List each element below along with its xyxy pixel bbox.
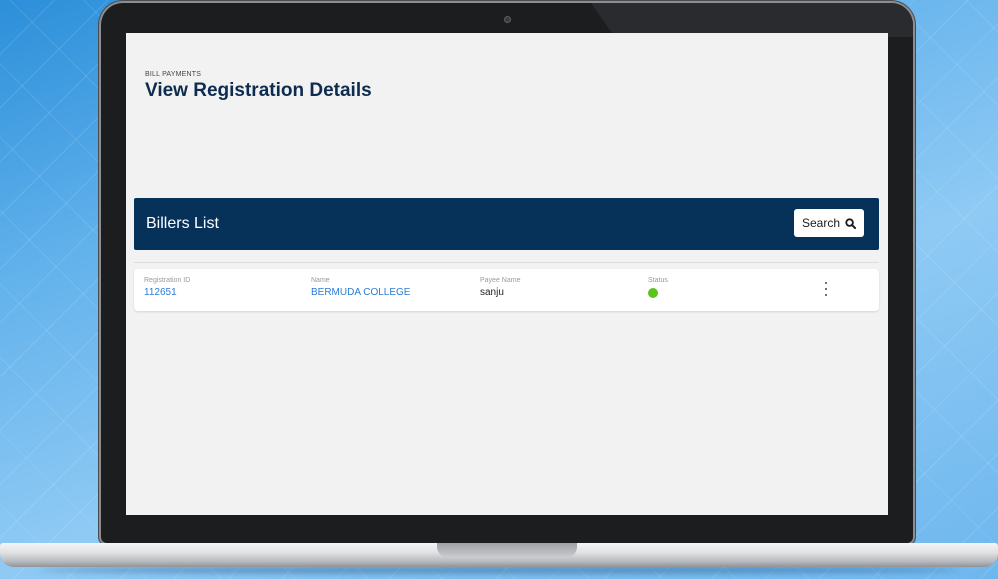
laptop-base: [0, 543, 998, 567]
name-label: Name: [311, 277, 330, 284]
registration-id-cell: Registration ID 112651: [144, 277, 190, 298]
breadcrumb: BILL PAYMENTS: [145, 71, 202, 78]
more-vertical-icon[interactable]: [822, 282, 830, 296]
billers-list-header: Billers List Search: [134, 198, 879, 250]
app-screen: BILL PAYMENTS View Registration Details …: [126, 33, 888, 515]
laptop-shadow: [40, 566, 958, 574]
camera-icon: [504, 16, 511, 23]
registration-id-value[interactable]: 112651: [144, 287, 190, 298]
billers-list-title: Billers List: [146, 215, 219, 232]
lid-glare: [591, 3, 913, 37]
payee-name-label: Payee Name: [480, 277, 521, 284]
name-cell: Name BERMUDA COLLEGE: [311, 277, 410, 298]
status-label: Status: [648, 277, 668, 284]
list-divider: [134, 262, 879, 263]
name-value[interactable]: BERMUDA COLLEGE: [311, 287, 410, 298]
table-row: Registration ID 112651 Name BERMUDA COLL…: [134, 269, 879, 311]
registration-id-label: Registration ID: [144, 277, 191, 284]
payee-name-cell: Payee Name sanju: [480, 277, 520, 298]
search-button[interactable]: Search: [794, 209, 864, 237]
status-cell: Status: [648, 277, 668, 298]
payee-name-value: sanju: [480, 287, 504, 298]
page-title: View Registration Details: [145, 80, 372, 101]
search-icon: [845, 217, 857, 229]
search-button-label: Search: [801, 216, 841, 230]
status-indicator-icon: [648, 288, 658, 298]
laptop-notch: [437, 543, 577, 557]
laptop-lid: BILL PAYMENTS View Registration Details …: [101, 3, 913, 543]
